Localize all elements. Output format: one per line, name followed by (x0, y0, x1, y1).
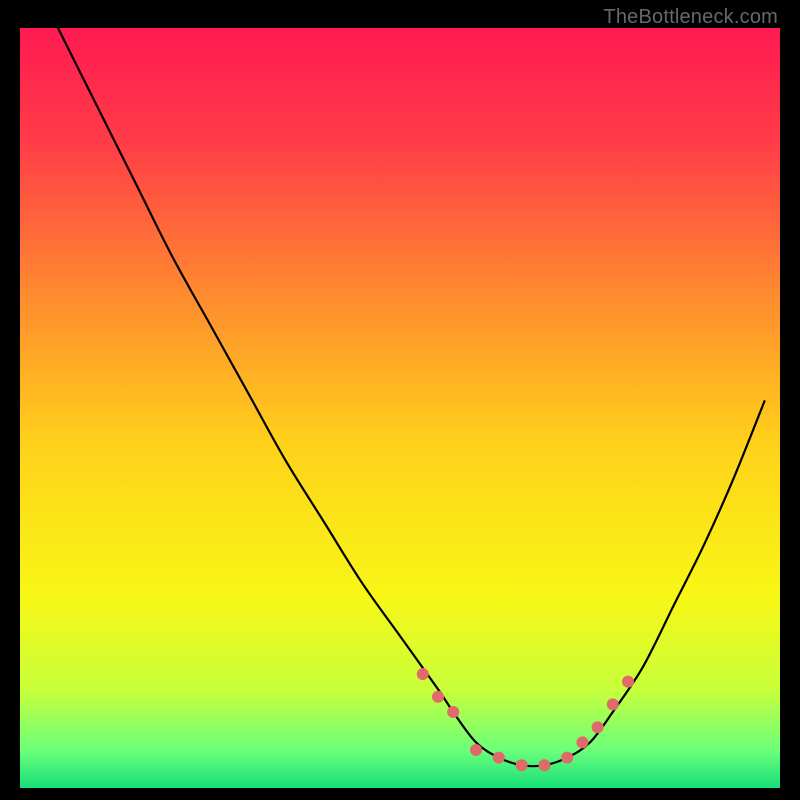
chart-background (20, 28, 780, 788)
chart-svg (20, 28, 780, 788)
highlight-dot (470, 744, 482, 756)
highlight-dot (576, 736, 588, 748)
highlight-dot (538, 759, 550, 771)
chart-frame (20, 28, 780, 788)
highlight-dot (493, 752, 505, 764)
highlight-dot (622, 676, 634, 688)
highlight-dot (516, 759, 528, 771)
highlight-dot (607, 698, 619, 710)
highlight-dot (447, 706, 459, 718)
highlight-dot (561, 752, 573, 764)
watermark-text: TheBottleneck.com (603, 6, 778, 29)
highlight-dot (417, 668, 429, 680)
highlight-dot (432, 691, 444, 703)
highlight-dot (592, 721, 604, 733)
